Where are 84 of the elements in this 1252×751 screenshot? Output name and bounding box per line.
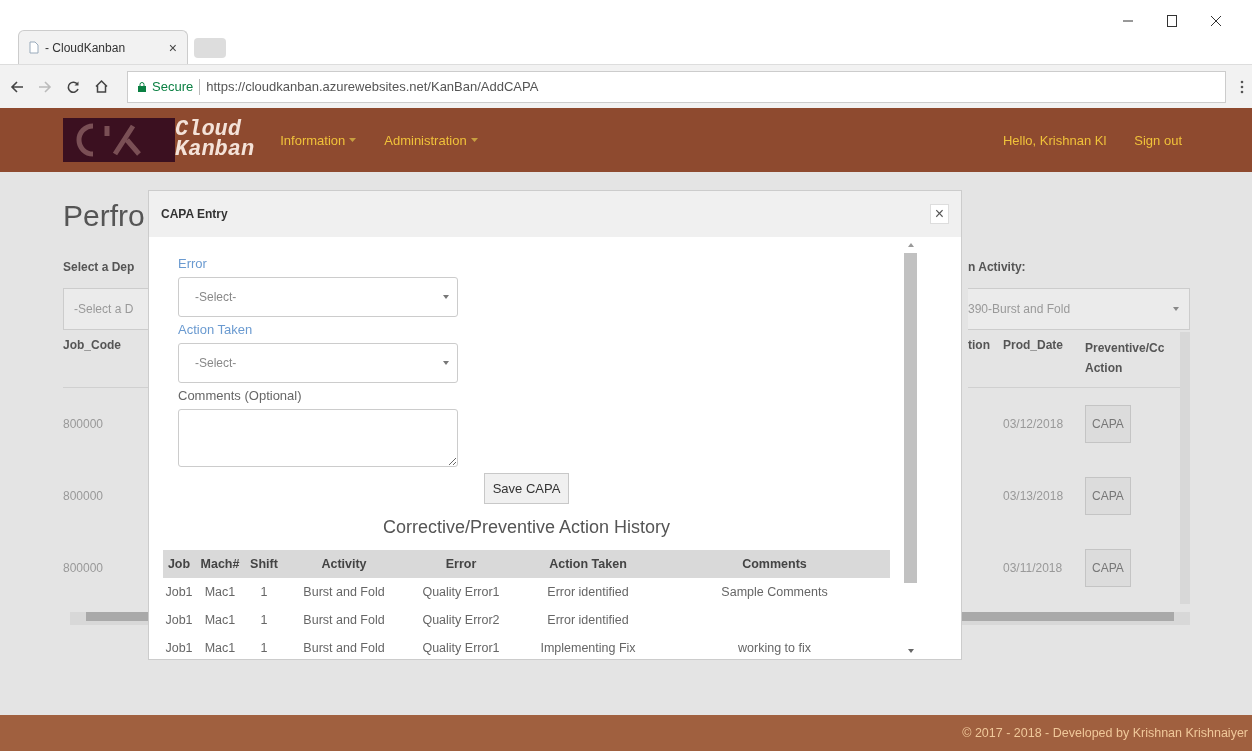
column-header: Shift: [245, 550, 283, 578]
nav-menu[interactable]: Administration: [384, 132, 478, 148]
brand-name: Cloud: [175, 120, 242, 140]
close-button[interactable]: ×: [929, 204, 949, 224]
table-cell: 1: [260, 641, 268, 655]
table-cell: Quality Error1: [422, 585, 500, 599]
tab-title: - CloudKanban: [45, 40, 127, 55]
table-cell: Mac1: [204, 585, 236, 599]
table-cell: Job1: [165, 613, 193, 627]
table-cell: Quality Error1: [422, 641, 500, 655]
field-label: Comments (Optional): [178, 387, 303, 405]
logo-icon: [63, 118, 175, 162]
table-cell: Quality Error2: [422, 613, 500, 627]
table-cell-text: 03/12/2018: [1003, 417, 1065, 431]
caret-icon: [349, 138, 357, 142]
close-icon[interactable]: [1210, 15, 1222, 27]
column-header: Job: [163, 550, 195, 578]
field-label: Error: [178, 255, 208, 273]
table-cell: 800000: [63, 561, 104, 575]
scroll-up-icon[interactable]: [907, 243, 914, 247]
security-label: Secure: [152, 79, 194, 94]
column-header: Activity: [283, 550, 405, 578]
user-greeting[interactable]: Hello, Krishnan Kl: [1002, 132, 1107, 148]
footer-text: © 2017 - 2018 - Developed by Krishnan Krishnaiyer: [962, 726, 1248, 740]
department-label: Select a Dep: [63, 260, 135, 274]
dialog-title: CAPA Entry: [161, 207, 228, 221]
select-field[interactable]: -Select-: [178, 277, 458, 317]
column-header: Preventive/Cc Action: [1085, 340, 1166, 377]
sign-out-link[interactable]: Sign out: [1134, 132, 1182, 148]
column-header: Error: [405, 550, 517, 578]
save-button[interactable]: Save CAPA: [483, 473, 570, 504]
department-select[interactable]: -Select a D: [63, 288, 149, 330]
tab-close-button[interactable]: ×: [168, 39, 177, 56]
reload-icon[interactable]: [66, 79, 80, 94]
table-cell: Burst and Fold: [303, 641, 385, 655]
table-cell: Job1: [165, 641, 193, 655]
caret-icon: [443, 361, 449, 365]
address-bar[interactable]: Secure https://cloudkanban.azurewebsites.net/KanBan/AddCAPA: [127, 70, 1226, 103]
url-text: https://cloudkanban.azurewebsites.net/KanBan/AddCAPA: [206, 79, 539, 94]
table-cell: Job1: [165, 585, 193, 599]
capa-button[interactable]: CAPA: [1085, 477, 1131, 515]
lock-icon: [138, 81, 146, 92]
back-icon[interactable]: [10, 79, 24, 94]
caret-icon: [1173, 307, 1179, 311]
comments-field[interactable]: [178, 409, 458, 467]
activity-label: n Activity:: [968, 260, 1026, 274]
column-header: Comments: [659, 550, 890, 578]
table-cell: Burst and Fold: [303, 585, 385, 599]
browser-tab[interactable]: - CloudKanban ×: [18, 30, 188, 64]
table-cell-text: 03/11/2018: [1003, 561, 1064, 575]
page-title: Perfro: [63, 199, 145, 232]
column-header: Prod_Date: [1003, 338, 1065, 354]
page-icon: [29, 41, 39, 54]
table-cell: Implementing Fix: [540, 641, 636, 655]
table-cell: Sample Comments: [721, 585, 828, 599]
table-cell-text: 03/13/2018: [1003, 489, 1065, 503]
maximize-icon[interactable]: [1166, 14, 1178, 28]
section-title: Corrective/Preventive Action History: [382, 516, 671, 539]
nav-menu[interactable]: Information: [280, 132, 357, 148]
select-field[interactable]: -Select-: [178, 343, 458, 383]
home-icon[interactable]: [94, 79, 109, 94]
scroll-down-icon[interactable]: [907, 649, 914, 653]
table-cell: 800000: [63, 489, 104, 503]
column-header: Action Taken: [517, 550, 659, 578]
table-cell: Mac1: [204, 641, 236, 655]
table-cell: Mac1: [204, 613, 236, 627]
caret-icon: [443, 295, 449, 299]
table-cell: 800000: [63, 417, 104, 431]
activity-select[interactable]: 390-Burst and Fold: [968, 288, 1190, 330]
table-cell: 1: [260, 613, 268, 627]
menu-icon[interactable]: [1240, 79, 1244, 94]
table-cell: Error identified: [547, 585, 629, 599]
brand-name: Kanban: [175, 140, 255, 160]
capa-button[interactable]: CAPA: [1085, 549, 1131, 587]
table-cell: Error identified: [547, 613, 629, 627]
caret-icon: [470, 138, 478, 142]
column-header: Job_Code: [63, 338, 121, 354]
table-cell: Burst and Fold: [303, 613, 385, 627]
field-label: Action Taken: [178, 321, 254, 339]
capa-button[interactable]: CAPA: [1085, 405, 1131, 443]
column-header: tion: [968, 338, 991, 354]
table-cell: working to fix: [738, 641, 811, 655]
table-cell: 1: [260, 585, 268, 599]
column-header: Mach#: [195, 550, 245, 578]
